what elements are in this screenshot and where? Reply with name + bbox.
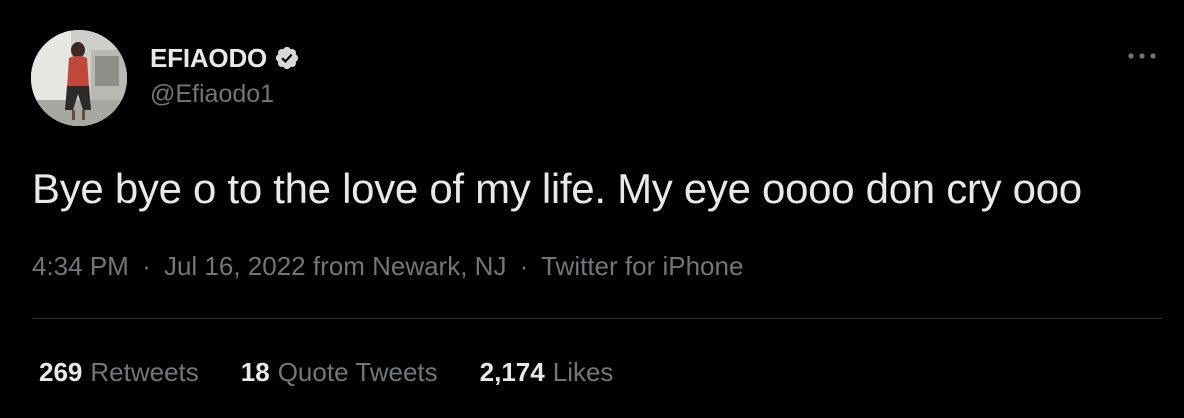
tweet-date-location[interactable]: Jul 16, 2022 from Newark, NJ	[164, 251, 506, 281]
engagement-stats: 269 Retweets 18 Quote Tweets 2,174 Likes	[39, 357, 655, 388]
meta-separator: ·	[142, 251, 151, 281]
avatar[interactable]	[31, 30, 127, 126]
tweet-text: Bye bye o to the love of my life. My eye…	[32, 165, 1082, 212]
verified-badge-icon	[274, 45, 300, 71]
meta-separator: ·	[519, 251, 529, 281]
likes-count: 2,174	[479, 357, 545, 387]
divider	[32, 318, 1162, 319]
author-name-row: EFIAODO	[150, 42, 300, 74]
tweet-time[interactable]: 4:34 PM	[32, 251, 129, 281]
tweet-card: EFIAODO @Efiaodo1 Bye bye o to the love …	[0, 0, 1184, 418]
likes-label: Likes	[552, 357, 614, 387]
display-name[interactable]: EFIAODO	[150, 43, 267, 74]
more-options-button[interactable]	[1124, 42, 1160, 70]
quote-tweets-stat[interactable]: 18 Quote Tweets	[241, 357, 438, 388]
tweet-client[interactable]: Twitter for iPhone	[541, 251, 743, 281]
retweets-stat[interactable]: 269 Retweets	[39, 357, 199, 388]
tweet-metadata: 4:34 PM · Jul 16, 2022 from Newark, NJ ·…	[32, 251, 743, 282]
retweets-label: Retweets	[90, 357, 199, 387]
likes-stat[interactable]: 2,174 Likes	[480, 357, 614, 388]
quote-tweets-count: 18	[240, 357, 270, 387]
author-handle[interactable]: @Efiaodo1	[150, 80, 274, 109]
retweets-count: 269	[39, 357, 83, 387]
quote-tweets-label: Quote Tweets	[277, 357, 438, 387]
more-dots-icon	[1128, 53, 1156, 59]
avatar-photo	[31, 30, 127, 126]
